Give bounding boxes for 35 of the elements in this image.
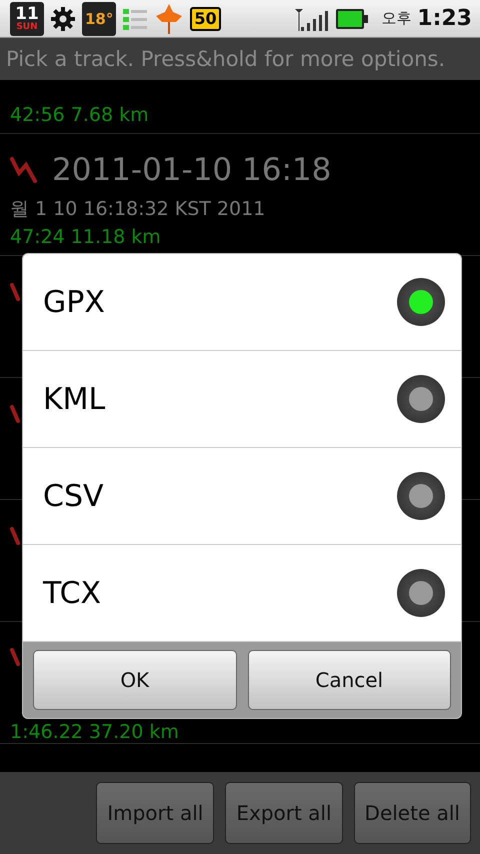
track-icon	[10, 283, 20, 301]
option-label: TCX	[43, 576, 102, 610]
dialog-button[interactable]: OK	[33, 650, 236, 710]
format-option[interactable]: TCX	[23, 545, 461, 642]
track-stats: 1:46.22 37.20 km	[10, 721, 180, 743]
calendar-day: 11	[15, 6, 39, 22]
track-icon	[10, 648, 20, 666]
battery-badge: 50	[190, 6, 221, 30]
format-option[interactable]: GPX	[23, 254, 461, 351]
option-label: GPX	[43, 284, 105, 320]
radio-button[interactable]	[397, 569, 445, 617]
track-stats: 47:24 11.18 km	[10, 226, 162, 248]
radio-button[interactable]	[397, 278, 445, 326]
dialog-button[interactable]: Cancel	[248, 650, 451, 710]
option-label: CSV	[43, 478, 104, 514]
leaf-icon	[154, 2, 184, 34]
calendar-weekday: SUN	[16, 22, 38, 32]
window-title: Pick a track. Press&hold for more options.	[0, 38, 480, 80]
radio-button[interactable]	[397, 375, 445, 423]
track-icon	[10, 157, 38, 183]
format-option[interactable]: CSV	[23, 448, 461, 545]
radio-button[interactable]	[397, 472, 445, 520]
track-icon	[10, 405, 20, 423]
battery-icon	[335, 8, 370, 30]
period-label: 오후	[381, 9, 412, 28]
format-option[interactable]: KML	[23, 351, 461, 448]
signal-icon	[295, 6, 330, 30]
clock: 1:23	[417, 6, 472, 31]
track-title: 2011-01-10 16:18	[52, 152, 332, 188]
track-stats: 42:56 7.68 km	[10, 104, 150, 126]
temperature-widget: 18°	[82, 2, 116, 36]
track-icon	[10, 527, 20, 545]
track-date: 월 1 10 16:18:32 KST 2011	[10, 197, 266, 222]
option-label: KML	[43, 382, 106, 416]
gear-icon	[50, 6, 76, 32]
